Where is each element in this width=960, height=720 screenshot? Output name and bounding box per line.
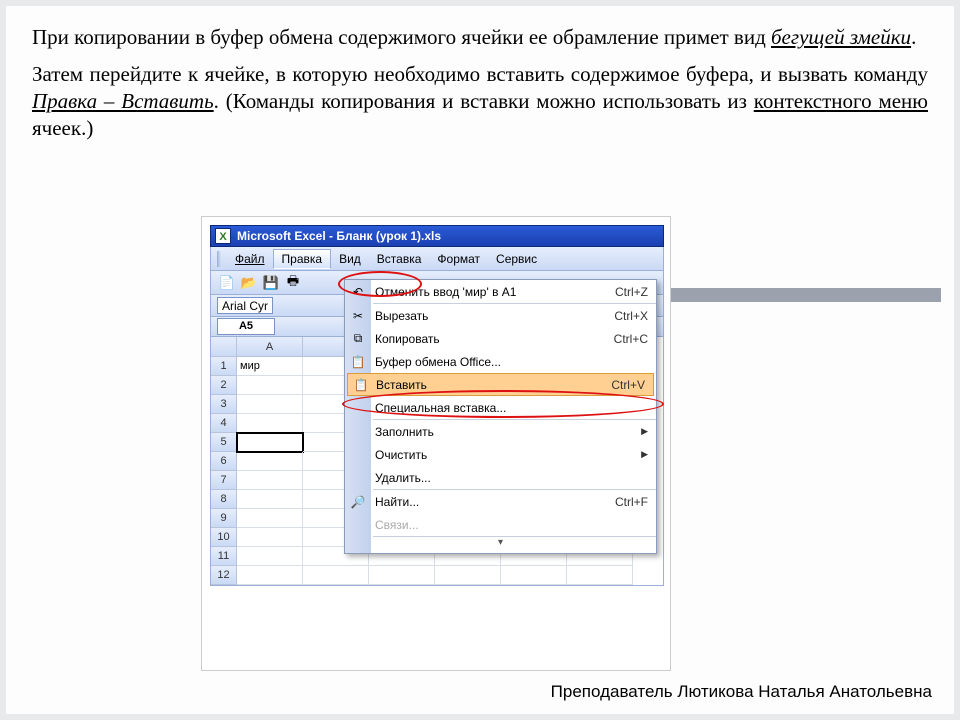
para1-em: бегущей змейки <box>771 25 911 49</box>
row-header[interactable]: 12 <box>211 566 237 585</box>
open-file-icon[interactable]: 📂 <box>239 273 259 293</box>
menu-view[interactable]: Вид <box>331 250 369 268</box>
menu-item-copy[interactable]: ⧉ Копировать Ctrl+C <box>345 327 656 350</box>
menu-file[interactable]: Файл <box>227 250 273 268</box>
menu-item-find[interactable]: 🔎 Найти... Ctrl+F <box>345 490 656 513</box>
menu-item-cut[interactable]: ✂ Вырезать Ctrl+X <box>345 304 656 327</box>
edit-menu-dropdown: ↶ Отменить ввод 'мир' в A1 Ctrl+Z ✂ Выре… <box>344 279 657 554</box>
screenshot-panel: X Microsoft Excel - Бланк (урок 1).xls Ф… <box>201 216 671 671</box>
clipboard-icon: 📋 <box>349 355 367 369</box>
submenu-arrow-icon: ▶ <box>641 449 648 460</box>
row-header[interactable]: 1 <box>211 357 237 376</box>
menu-edit[interactable]: Правка <box>273 249 332 269</box>
para2-em2: контекстного меню <box>754 89 928 113</box>
row-header[interactable]: 3 <box>211 395 237 414</box>
menu-item-links: Связи... <box>345 513 656 536</box>
binoculars-icon: 🔎 <box>349 495 367 509</box>
menu-format[interactable]: Формат <box>429 250 488 268</box>
cell[interactable] <box>237 547 303 566</box>
row-header[interactable]: 11 <box>211 547 237 566</box>
row-header[interactable]: 9 <box>211 509 237 528</box>
cell[interactable] <box>237 528 303 547</box>
grip-icon <box>217 251 221 267</box>
para2-em1: Правка – Вставить <box>32 89 214 113</box>
cell[interactable] <box>237 509 303 528</box>
cell-a5-active[interactable] <box>237 433 303 452</box>
cell[interactable] <box>501 566 567 585</box>
cell[interactable] <box>237 471 303 490</box>
menu-item-delete[interactable]: Удалить... <box>345 466 656 489</box>
print-icon[interactable]: 🖶 <box>283 273 303 293</box>
row-header[interactable]: 7 <box>211 471 237 490</box>
expand-menu-icon[interactable]: ▾ <box>345 537 656 553</box>
cell[interactable] <box>237 490 303 509</box>
cell[interactable] <box>237 414 303 433</box>
menu-item-paste[interactable]: 📋 Вставить Ctrl+V <box>347 373 654 396</box>
row-header[interactable]: 6 <box>211 452 237 471</box>
menu-item-paste-special[interactable]: Специальная вставка... <box>345 396 656 419</box>
menu-service[interactable]: Сервис <box>488 250 545 268</box>
footer-author: Преподаватель Лютикова Наталья Анатольев… <box>551 682 932 702</box>
row-header[interactable]: 2 <box>211 376 237 395</box>
cell-a1[interactable]: мир <box>237 357 303 376</box>
submenu-arrow-icon: ▶ <box>641 426 648 437</box>
menu-item-undo[interactable]: ↶ Отменить ввод 'мир' в A1 Ctrl+Z <box>345 280 656 303</box>
cell[interactable] <box>567 566 633 585</box>
select-all-corner[interactable] <box>211 337 237 357</box>
col-header-a[interactable]: A <box>237 337 303 357</box>
menu-item-clear[interactable]: Очистить ▶ <box>345 443 656 466</box>
new-file-icon[interactable]: 📄 <box>217 273 237 293</box>
slide-text: При копировании в буфер обмена содержимо… <box>32 24 928 152</box>
undo-icon: ↶ <box>349 285 367 299</box>
cell[interactable] <box>237 452 303 471</box>
menu-insert[interactable]: Вставка <box>369 250 430 268</box>
cell[interactable] <box>435 566 501 585</box>
font-name-box[interactable]: Arial Cyr <box>217 297 273 314</box>
row-header[interactable]: 8 <box>211 490 237 509</box>
menu-bar[interactable]: Файл Правка Вид Вставка Формат Сервис <box>210 247 664 271</box>
title-bar: X Microsoft Excel - Бланк (урок 1).xls <box>210 225 664 247</box>
menu-item-clipboard[interactable]: 📋 Буфер обмена Office... <box>345 350 656 373</box>
title-text: Microsoft Excel - Бланк (урок 1).xls <box>237 229 441 243</box>
name-box[interactable]: A5 <box>217 318 275 335</box>
cell[interactable] <box>369 566 435 585</box>
save-icon[interactable]: 💾 <box>261 273 281 293</box>
scissors-icon: ✂ <box>349 309 367 323</box>
copy-icon: ⧉ <box>349 331 367 346</box>
row-header[interactable]: 10 <box>211 528 237 547</box>
menu-item-fill[interactable]: Заполнить ▶ <box>345 420 656 443</box>
cell[interactable] <box>237 395 303 414</box>
row-header[interactable]: 5 <box>211 433 237 452</box>
cell[interactable] <box>237 376 303 395</box>
para2-text: Затем перейдите к ячейке, в которую необ… <box>32 62 928 86</box>
cell[interactable] <box>303 566 369 585</box>
para1-text: При копировании в буфер обмена содержимо… <box>32 25 771 49</box>
cell[interactable] <box>237 566 303 585</box>
excel-icon: X <box>215 228 231 244</box>
paste-icon: 📋 <box>352 378 370 392</box>
row-header[interactable]: 4 <box>211 414 237 433</box>
